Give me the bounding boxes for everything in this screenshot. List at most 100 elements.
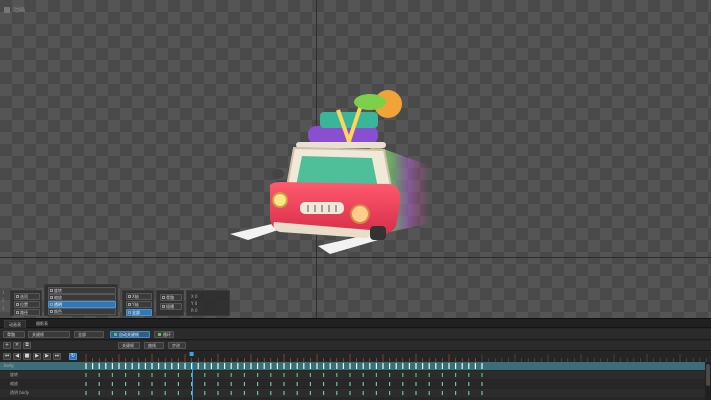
keyframe [402, 373, 404, 377]
keyframe [303, 363, 305, 369]
track-row[interactable]: 透明 body [0, 389, 711, 397]
timeline-scrollbar[interactable] [705, 362, 711, 400]
track-list: body 旋转 缩放 透明 body [0, 362, 711, 400]
keyframe [296, 363, 298, 369]
loop-playback-icon[interactable]: ↻ [69, 353, 77, 360]
keyframe [323, 382, 325, 386]
alpha-row[interactable]: 透明 [48, 301, 116, 308]
keyframe [283, 373, 285, 377]
keyframe [177, 373, 179, 377]
keyframe [151, 391, 153, 395]
keyframe [362, 373, 364, 377]
keyframe [243, 382, 245, 386]
x-axis-button[interactable]: X轴 [126, 293, 152, 300]
keyframe [217, 363, 219, 369]
all-axis-button[interactable]: 全部 [126, 309, 152, 316]
scrollbar-thumb[interactable] [706, 364, 710, 386]
loop-toggle[interactable]: 循环 [154, 331, 174, 338]
channel-group: 旋转 缩放 透明 颜色 [44, 284, 118, 316]
values-group: X 0 Y 0 R 0 [186, 290, 230, 316]
path-button[interactable]: 路径 [14, 309, 40, 316]
y-axis-button[interactable]: Y轴 [126, 301, 152, 308]
keyframe [402, 363, 404, 369]
bone-dropdown[interactable]: 骨骼 [3, 331, 25, 338]
track-row[interactable]: 旋转 [0, 371, 711, 379]
keyframe [230, 391, 232, 395]
keyframe [435, 363, 437, 369]
last-frame-icon[interactable]: ⏭ [53, 353, 61, 360]
scale-row[interactable]: 缩放 [48, 294, 116, 301]
keyframe [415, 391, 417, 395]
delete-key-icon[interactable]: × [13, 342, 21, 349]
keyframe [276, 363, 278, 369]
bone-button[interactable]: 骨骼 [160, 294, 182, 301]
keyframe [197, 363, 199, 369]
keyframe [243, 363, 245, 369]
keyframes-button[interactable]: 关键帧 [118, 342, 140, 349]
keyframe [349, 391, 351, 395]
filter-dropdown[interactable]: 全部 [74, 331, 104, 338]
playhead-line[interactable] [191, 362, 193, 400]
copy-key-icon[interactable]: ⧉ [23, 342, 31, 349]
option-button[interactable]: 选项 [14, 293, 40, 300]
keyframe [323, 373, 325, 377]
keyframe [323, 391, 325, 395]
keyframe [151, 382, 153, 386]
rotation-value[interactable]: R 0 [191, 308, 198, 313]
keyframe [125, 391, 127, 395]
keyframe [111, 391, 113, 395]
keyframe [468, 391, 470, 395]
tab-dopesheet[interactable]: 动画表 [4, 320, 26, 328]
keyframe [138, 382, 140, 386]
play-icon[interactable]: ▶ [33, 353, 41, 360]
frame-ruler[interactable] [84, 352, 711, 362]
first-frame-icon[interactable]: ⏮ [3, 353, 11, 360]
keyframe [125, 363, 127, 369]
tab-exposure[interactable]: 摄影表 [32, 320, 52, 328]
keyframe [323, 363, 325, 369]
keyframe [204, 391, 206, 395]
add-key-icon[interactable]: + [3, 342, 11, 349]
stop-icon[interactable]: ■ [23, 353, 31, 360]
auto-key-toggle[interactable]: 自动关键帧 [110, 331, 150, 338]
animation-viewport[interactable]: 动画 1 2 3 选项 位置 路径 旋转 缩放 透明 颜色 X轴 Y轴 全部 骨… [0, 0, 711, 318]
axis-group: X轴 Y轴 全部 [122, 290, 154, 316]
step-button[interactable]: 步进 [168, 342, 186, 349]
track-keyframes [85, 363, 483, 369]
keyframe [441, 391, 443, 395]
rotate-row[interactable]: 旋转 [48, 287, 116, 294]
x-value[interactable]: X 0 [191, 294, 198, 299]
center-guide-horizontal [0, 257, 711, 258]
keyframe [428, 382, 430, 386]
keyframe [336, 373, 338, 377]
keyframe-mode-dropdown[interactable]: 关键帧 [28, 331, 70, 338]
slot-button[interactable]: 插槽 [160, 303, 182, 310]
keyframe [138, 373, 140, 377]
keyframe [468, 382, 470, 386]
keyframe [138, 391, 140, 395]
position-button[interactable]: 位置 [14, 301, 40, 308]
keyframe [395, 363, 397, 369]
next-frame-icon[interactable]: ▶ [43, 353, 51, 360]
keyframe [151, 363, 153, 369]
prev-frame-icon[interactable]: ◀ [13, 353, 21, 360]
keyframe [164, 391, 166, 395]
color-row[interactable]: 颜色 [48, 308, 116, 315]
track-row[interactable]: 缩放 [0, 380, 711, 388]
keyframe [105, 363, 107, 369]
car-character-illustration[interactable] [220, 84, 440, 256]
keyframe [402, 391, 404, 395]
keyframe [468, 373, 470, 377]
curve-button[interactable]: 曲线 [144, 342, 164, 349]
keyframe [375, 363, 377, 369]
wheel-right [370, 226, 386, 240]
track-row[interactable]: body [0, 362, 711, 370]
keyframe [389, 391, 391, 395]
y-value[interactable]: Y 0 [191, 301, 197, 306]
keyframe [171, 363, 173, 369]
keyframe [342, 363, 344, 369]
keyframe [375, 373, 377, 377]
keyframe [455, 363, 457, 369]
keyframe [224, 363, 226, 369]
keyframe [296, 373, 298, 377]
